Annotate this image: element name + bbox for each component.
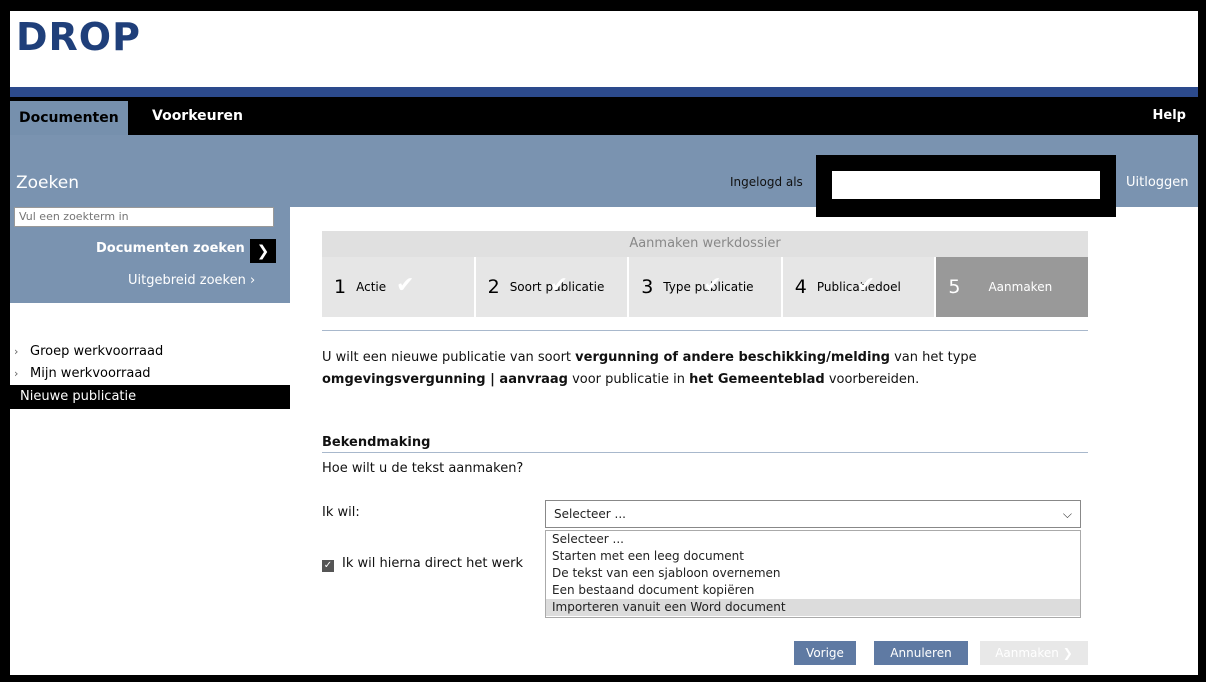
sidebar-item-mijn-werkvoorraad[interactable]: › Mijn werkvoorraad — [10, 363, 290, 385]
intro-bold: omgevingsvergunning | aanvraag — [322, 372, 568, 387]
app-window: DROP Documenten Voorkeuren Help Zoeken I… — [10, 11, 1198, 675]
help-link[interactable]: Help — [1153, 97, 1186, 135]
wizard: Aanmaken werkdossier 1 ✔ Actie 2 ✔ Soort pub… — [322, 231, 1088, 321]
sidebar-item-label: Groep werkvoorraad — [30, 344, 164, 359]
dropdown-option[interactable]: Selecteer ... — [546, 531, 1080, 548]
sidebar-item-groep-werkvoorraad[interactable]: › Groep werkvoorraad — [10, 341, 290, 363]
intro-part: van het type — [889, 350, 977, 365]
chevron-right-icon: › — [250, 273, 256, 288]
chevron-right-icon: ❯ — [256, 242, 270, 260]
intro-part: U wilt een nieuwe publicatie van soort — [322, 350, 576, 365]
advanced-search-label: Uitgebreid zoeken — [128, 273, 246, 288]
step-number: 2 — [487, 276, 500, 298]
check-icon: ✔ — [396, 273, 415, 298]
app-logo: DROP — [16, 15, 141, 59]
search-panel: Documenten zoeken ❯ Uitgebreid zoeken › — [10, 207, 290, 303]
section-question: Hoe wilt u de tekst aanmaken? — [322, 461, 524, 476]
method-select[interactable]: Selecteer ... ⌵ — [545, 500, 1081, 528]
wizard-step-1[interactable]: 1 ✔ Actie — [322, 257, 474, 317]
intro-part: voorbereiden. — [824, 372, 920, 387]
wizard-steps: 1 ✔ Actie 2 ✔ Soort publicatie 3 ✔ Type public… — [322, 257, 1088, 317]
search-input[interactable] — [14, 207, 274, 227]
logout-link[interactable]: Uitloggen — [1126, 175, 1189, 190]
intro-bold: vergunning of andere beschikking/melding — [575, 350, 890, 365]
intro-bold: het Gemeenteblad — [689, 372, 825, 387]
redaction-box — [832, 171, 1100, 199]
page-title: Zoeken — [16, 173, 79, 193]
wizard-step-4[interactable]: 4 ✔ Publicatiedoel — [782, 257, 935, 317]
sidebar-nav: › Groep werkvoorraad › Mijn werkvoorraad N… — [10, 341, 290, 409]
wizard-title: Aanmaken werkdossier — [322, 231, 1088, 257]
divider — [322, 330, 1088, 331]
step-label: Aanmaken — [988, 280, 1053, 294]
header-accent-bar — [10, 87, 1198, 97]
dropdown-option[interactable]: De tekst van een sjabloon overnemen — [546, 565, 1080, 582]
sidebar-item-nieuwe-publicatie[interactable]: Nieuwe publicatie — [10, 385, 290, 409]
method-dropdown: Selecteer ... Starten met een leeg docum… — [545, 530, 1081, 618]
previous-button[interactable]: Vorige — [794, 641, 856, 665]
dropdown-option[interactable]: Starten met een leeg document — [546, 548, 1080, 565]
tab-voorkeuren[interactable]: Voorkeuren — [142, 97, 253, 135]
search-button-label[interactable]: Documenten zoeken — [96, 241, 245, 256]
check-icon: ✔ — [549, 273, 569, 298]
chevron-right-icon: ❯ — [1062, 646, 1073, 660]
intro-text: U wilt een nieuwe publicatie van soort v… — [322, 347, 1082, 391]
ik-wil-label: Ik wil: — [322, 505, 360, 520]
chevron-right-icon: › — [14, 367, 19, 380]
step-label: Actie — [356, 280, 387, 294]
direct-edit-checkbox[interactable]: ✓ Ik wil hierna direct het werk — [322, 556, 523, 572]
chevron-right-icon: › — [14, 345, 19, 358]
step-number: 1 — [334, 276, 347, 298]
logged-in-label: Ingelogd als — [730, 175, 803, 189]
check-icon: ✔ — [856, 273, 876, 298]
search-button[interactable]: ❯ — [250, 239, 276, 263]
dropdown-option[interactable]: Een bestaand document kopiëren — [546, 582, 1080, 599]
check-icon: ✔ — [703, 273, 722, 298]
step-number: 5 — [948, 276, 961, 298]
wizard-step-2[interactable]: 2 ✔ Soort publicatie — [475, 257, 628, 317]
select-value: Selecteer ... — [554, 507, 626, 521]
step-number: 4 — [794, 276, 807, 298]
step-number: 3 — [641, 276, 654, 298]
intro-part: voor publicatie in — [567, 372, 690, 387]
create-button-label: Aanmaken — [995, 646, 1059, 660]
sidebar-item-label: Nieuwe publicatie — [20, 389, 137, 404]
create-button: Aanmaken ❯ — [980, 641, 1088, 665]
dropdown-option[interactable]: Importeren vanuit een Word document — [546, 599, 1080, 616]
wizard-step-5: 5 Aanmaken — [936, 257, 1088, 317]
sidebar-item-label: Mijn werkvoorraad — [30, 366, 151, 381]
checkbox-label: Ik wil hierna direct het werk — [342, 556, 524, 571]
checkbox-checked-icon[interactable]: ✓ — [322, 560, 334, 572]
advanced-search-link[interactable]: Uitgebreid zoeken › — [128, 273, 255, 288]
wizard-step-3[interactable]: 3 ✔ Type publicatie — [629, 257, 781, 317]
redacted-username — [816, 155, 1116, 217]
divider — [322, 452, 1088, 453]
tab-documenten[interactable]: Documenten — [10, 101, 128, 135]
chevron-down-icon: ⌵ — [1062, 507, 1072, 521]
cancel-button[interactable]: Annuleren — [874, 641, 968, 665]
main-nav: Documenten Voorkeuren Help — [10, 97, 1198, 135]
section-title: Bekendmaking — [322, 435, 431, 450]
